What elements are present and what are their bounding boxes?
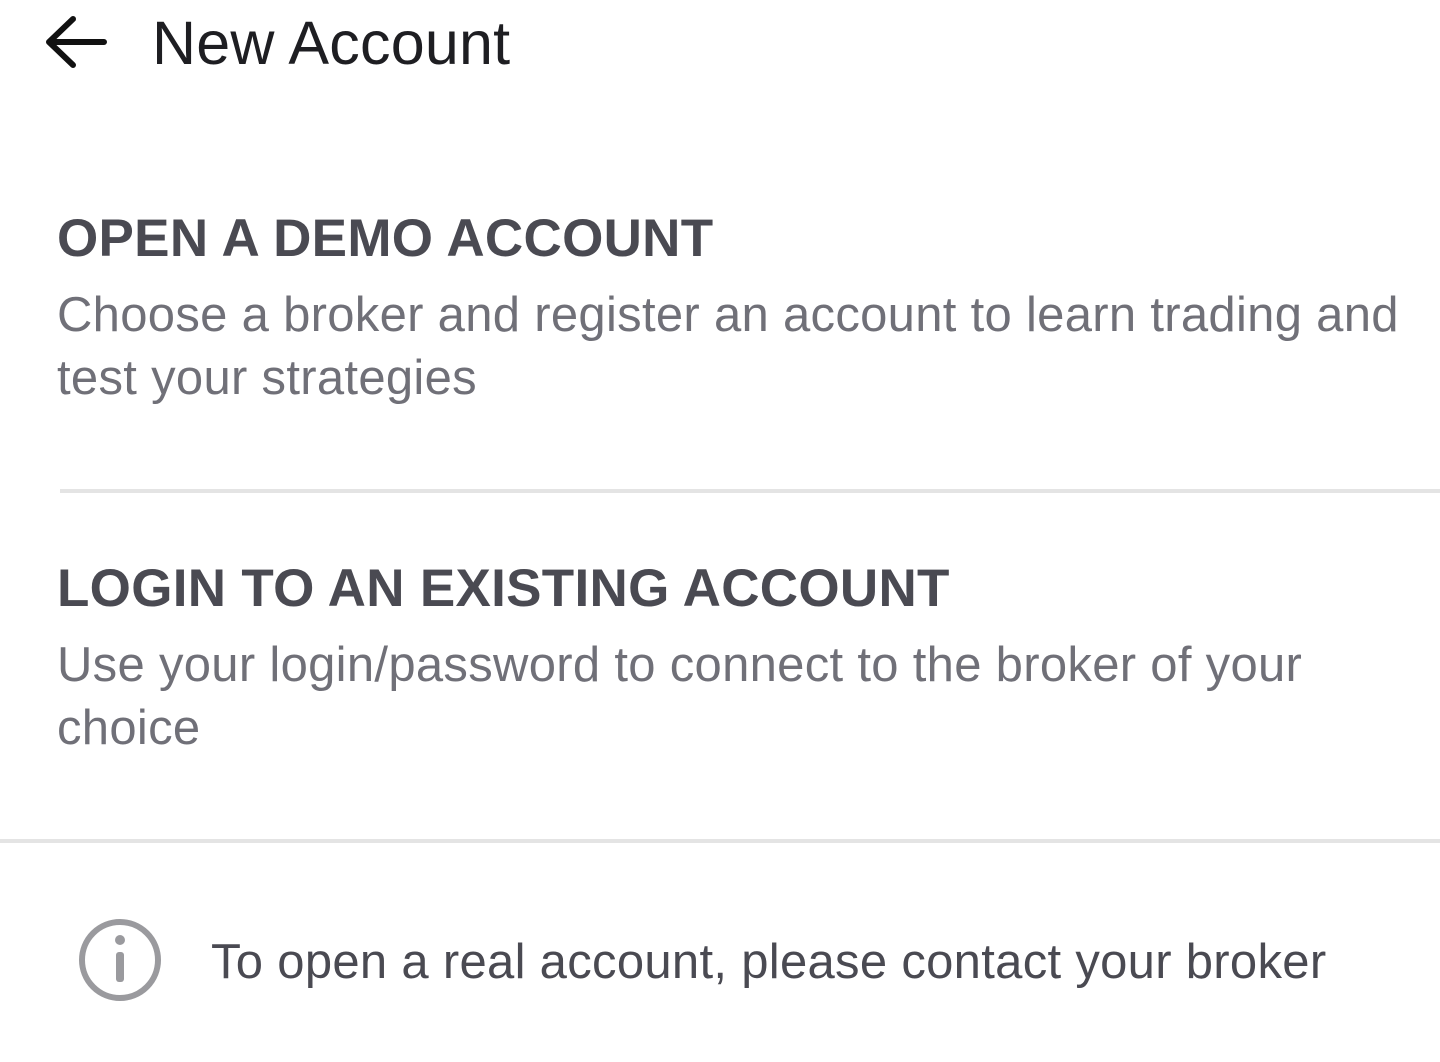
option-description: Use your login/password to connect to th… <box>57 638 1303 755</box>
info-icon <box>79 919 161 1001</box>
open-demo-account-option[interactable]: OPEN A DEMO ACCOUNT Choose a broker and … <box>0 180 1440 492</box>
option-description: Choose a broker and register an account … <box>57 288 1399 405</box>
page-title: New Account <box>152 9 511 77</box>
divider <box>60 489 1440 493</box>
option-title: OPEN A DEMO ACCOUNT <box>57 209 714 268</box>
arrow-left-icon <box>46 16 107 68</box>
real-account-info: To open a real account, please contact y… <box>0 900 1440 1020</box>
divider <box>0 839 1440 843</box>
option-title: LOGIN TO AN EXISTING ACCOUNT <box>57 559 950 618</box>
info-text: To open a real account, please contact y… <box>211 935 1327 989</box>
login-existing-account-option[interactable]: LOGIN TO AN EXISTING ACCOUNT Use your lo… <box>0 530 1440 842</box>
app-bar: New Account <box>0 0 1440 90</box>
back-button[interactable] <box>34 2 118 82</box>
